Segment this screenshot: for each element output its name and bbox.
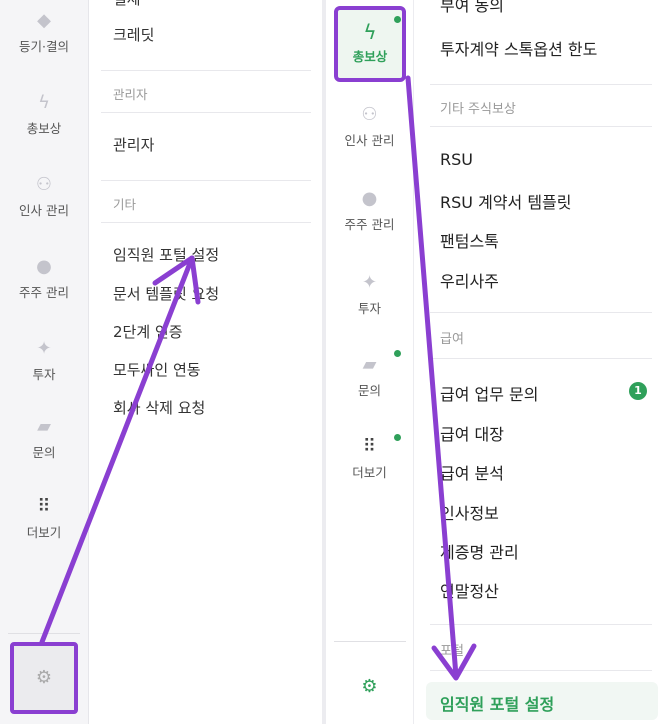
notification-dot [394,16,401,23]
settings-button[interactable]: ⚙ [10,642,78,714]
menu-item-delete-company[interactable]: 회사 삭제 요청 [113,397,205,418]
divider [430,358,652,359]
settings-button[interactable]: ⚙ [326,676,413,697]
left-settings-menu: 결제 크레딧 관리자 관리자 기타 임직원 포털 설정 문서 템플릿 요청 2단… [89,0,322,724]
divider [430,670,652,671]
menu-item-payroll-inquiry[interactable]: 급여 업무 문의 [440,381,539,405]
rail-item-investment[interactable]: ✦ 투자 [0,338,88,383]
pie-icon: ● [361,188,378,209]
chat-icon: ▰ [37,416,51,437]
divider [101,112,311,113]
menu-item-esop[interactable]: 우리사주 [440,268,499,292]
left-nav-rail: ◆ 등기·결의 ϟ 총보상 ⚇ 인사 관리 ● 주주 관리 ✦ 투자 ▰ 문의 … [0,0,89,724]
gear-icon: ⚙ [35,667,53,688]
menu-item-year-end-tax[interactable]: 연말정산 [440,578,499,602]
notification-dot [394,350,401,357]
section-portal: 포털 [440,644,464,659]
people-icon: ⚇ [361,104,378,125]
rail-divider [8,633,80,634]
menu-item-2fa[interactable]: 2단계 인증 [113,321,183,342]
menu-item-portal-settings[interactable]: 임직원 포털 설정 [113,244,219,265]
menu-item-payroll-ledger[interactable]: 급여 대장 [440,421,504,445]
menu-item-rsu[interactable]: RSU [440,150,473,169]
rail-item-more[interactable]: ⠿ 더보기 [326,434,413,481]
people-icon: ⚇ [35,174,53,195]
rail-item-registry[interactable]: ◆ 등기·결의 [0,10,88,55]
menu-item-template-request[interactable]: 문서 템플릿 요청 [113,283,219,304]
layers-icon: ◆ [37,10,51,31]
section-other-stock: 기타 주식보상 [440,102,516,117]
menu-item-credit[interactable]: 크레딧 [113,24,154,45]
rail-item-shareholders[interactable]: ● 주주 관리 [326,188,413,233]
menu-item-billing[interactable]: 결제 [113,0,141,9]
right-settings-menu: 부여 동의 투자계약 스톡옵션 한도 기타 주식보상 RSU RSU 계약서 템… [414,0,661,724]
grid-icon: ⠿ [37,496,51,517]
rail-item-compensation[interactable]: ϟ 총보상 [0,92,88,137]
rail-item-inquiry[interactable]: ▰ 문의 [0,416,88,461]
divider [430,126,652,127]
divider [101,70,311,71]
rail-divider [334,641,406,642]
menu-item-grant-consent[interactable]: 부여 동의 [440,0,504,16]
gear-icon: ⚙ [361,676,378,697]
section-etc: 기타 [113,197,137,212]
divider [101,180,311,181]
divider [101,222,311,223]
pie-icon: ● [36,256,52,277]
menu-item-option-limit[interactable]: 투자계약 스톡옵션 한도 [440,36,597,60]
count-badge: 1 [629,382,647,400]
rail-item-more[interactable]: ⠿ 더보기 [0,496,88,541]
menu-item-rsu-template[interactable]: RSU 계약서 템플릿 [440,189,571,213]
bolt-icon: ϟ [38,92,50,113]
right-nav-rail: ϟ 총보상 ⚇ 인사 관리 ● 주주 관리 ✦ 투자 ▰ 문의 ⠿ 더보기 ⚙ [326,0,414,724]
chat-icon: ▰ [362,354,377,375]
menu-item-certificates[interactable]: 제증명 관리 [440,539,519,563]
coin-icon: ✦ [36,338,52,359]
menu-item-payroll-analysis[interactable]: 급여 분석 [440,460,504,484]
divider [430,312,652,313]
menu-item-admin[interactable]: 관리자 [113,134,154,155]
divider [430,84,652,85]
coin-icon: ✦ [361,272,378,293]
divider [430,624,652,625]
rail-item-hr[interactable]: ⚇ 인사 관리 [326,104,413,149]
rail-item-shareholders[interactable]: ● 주주 관리 [0,256,88,301]
menu-item-portal-settings-active[interactable]: 임직원 포털 설정 [426,682,658,720]
rail-item-hr[interactable]: ⚇ 인사 관리 [0,174,88,219]
section-payroll: 급여 [440,332,464,347]
menu-item-modusign[interactable]: 모두싸인 연동 [113,359,201,380]
menu-item-hr-info[interactable]: 인사정보 [440,500,499,524]
rail-item-investment[interactable]: ✦ 투자 [326,272,413,317]
bolt-icon: ϟ [363,20,377,44]
section-admin: 관리자 [113,87,148,102]
rail-item-inquiry[interactable]: ▰ 문의 [326,350,413,399]
menu-item-phantom-stock[interactable]: 팬텀스톡 [440,228,499,252]
rail-item-compensation-active[interactable]: ϟ 총보상 [334,6,406,82]
notification-dot [394,434,401,441]
